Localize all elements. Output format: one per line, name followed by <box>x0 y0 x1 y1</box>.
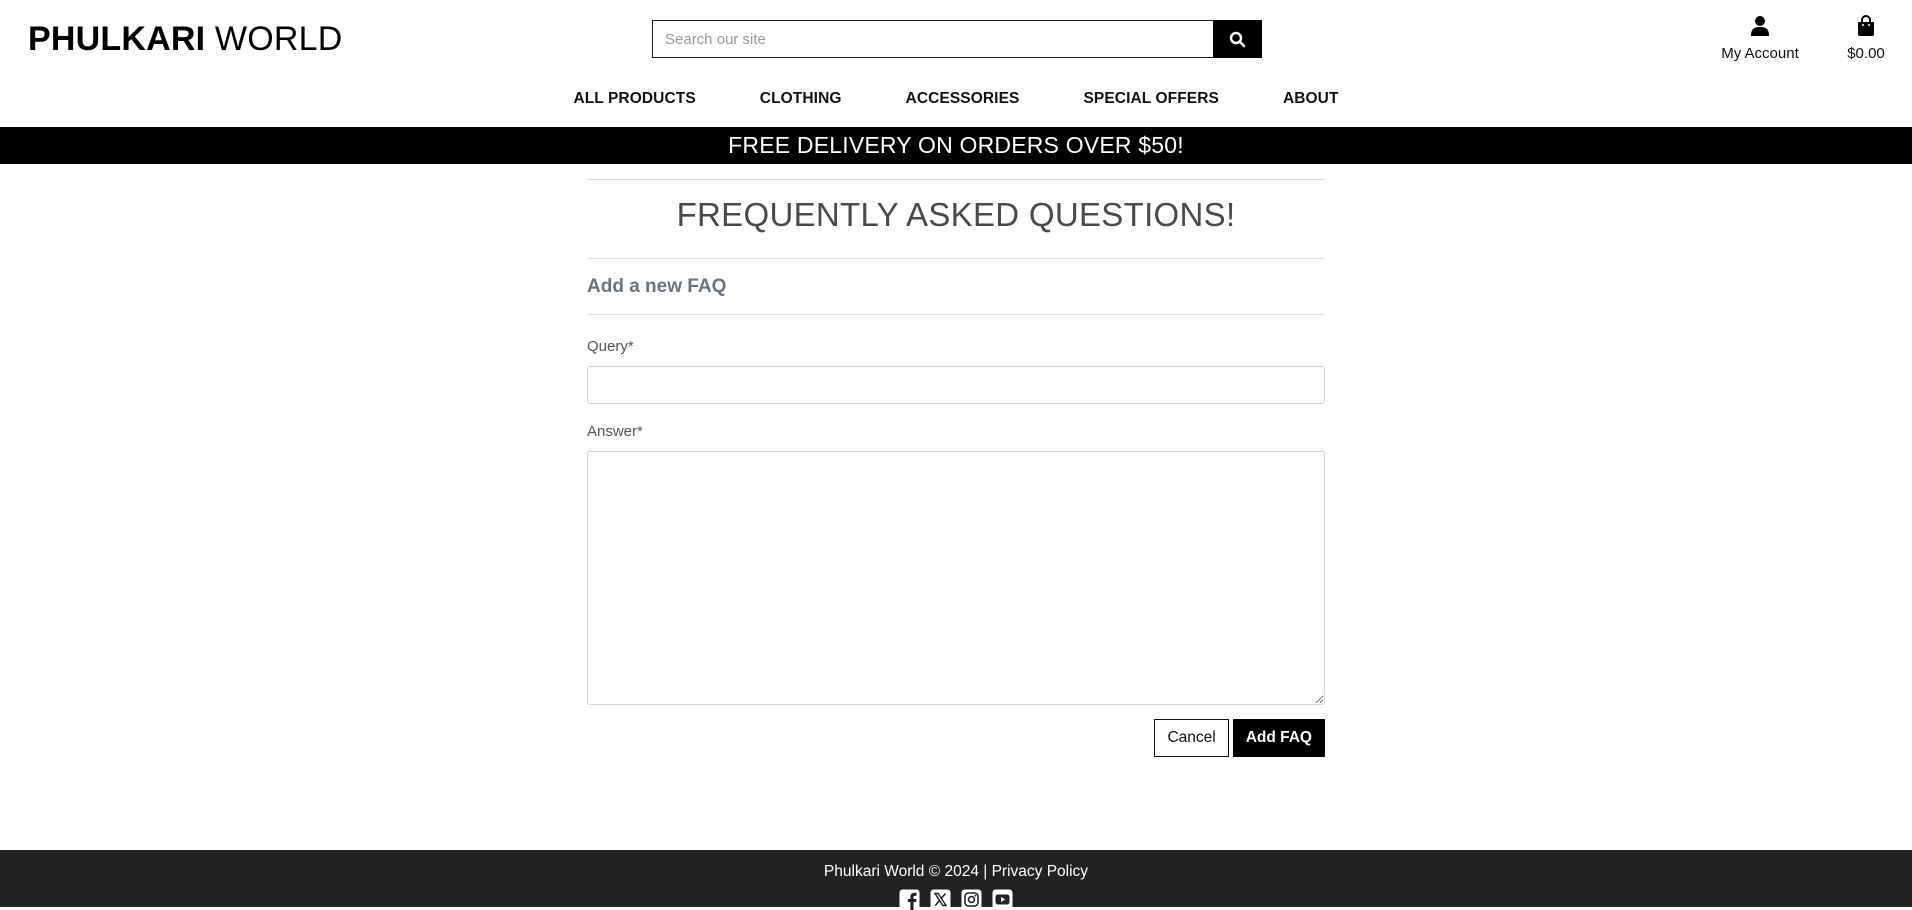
main-nav: ALL PRODUCTS CLOTHING ACCESSORIES SPECIA… <box>0 87 1912 111</box>
search-button[interactable] <box>1213 20 1262 58</box>
add-faq-form: Query* Answer* Cancel Add FAQ <box>587 315 1325 757</box>
cancel-button[interactable]: Cancel <box>1154 719 1229 757</box>
nav-item-about[interactable]: ABOUT <box>1251 87 1371 111</box>
my-account-label: My Account <box>1721 45 1799 62</box>
answer-field-group: Answer* <box>587 422 1325 705</box>
site-footer: Phulkari World © 2024 | Privacy Policy <box>0 850 1912 910</box>
user-icon <box>1750 14 1770 38</box>
privacy-policy-link[interactable]: Privacy Policy <box>992 863 1088 880</box>
nav-item-clothing[interactable]: CLOTHING <box>728 87 874 111</box>
query-input[interactable] <box>587 366 1325 404</box>
nav-item-accessories[interactable]: ACCESSORIES <box>874 87 1052 111</box>
query-field-group: Query* <box>587 337 1325 404</box>
nav-item-special-offers[interactable]: SPECIAL OFFERS <box>1051 87 1250 111</box>
shopping-bag-icon <box>1856 14 1876 38</box>
logo-bold-text: PHULKARI <box>28 20 206 58</box>
shopping-bag-link[interactable]: $0.00 <box>1840 14 1892 64</box>
main-content: FREQUENTLY ASKED QUESTIONS! Add a new FA… <box>587 164 1325 757</box>
answer-textarea[interactable] <box>587 451 1325 705</box>
bag-total: $0.00 <box>1847 45 1885 62</box>
search-icon <box>1229 31 1246 48</box>
form-subtitle: Add a new FAQ <box>587 276 727 297</box>
nav-item-all-products[interactable]: ALL PRODUCTS <box>541 87 727 111</box>
site-header: PHULKARI WORLD My Account <box>0 0 1912 127</box>
footer-text: Phulkari World © 2024 | Privacy Policy <box>0 850 1912 882</box>
search-input[interactable] <box>652 20 1213 58</box>
search-form <box>652 20 1262 58</box>
page-title: FREQUENTLY ASKED QUESTIONS! <box>676 196 1236 233</box>
site-logo[interactable]: PHULKARI WORLD <box>28 16 342 62</box>
logo-light-text: WORLD <box>214 20 343 58</box>
answer-label: Answer* <box>587 423 643 440</box>
query-label: Query* <box>587 338 634 355</box>
add-faq-button[interactable]: Add FAQ <box>1232 719 1325 757</box>
form-actions: Cancel Add FAQ <box>587 719 1325 757</box>
my-account-link[interactable]: My Account <box>1716 14 1804 64</box>
delivery-banner: FREE DELIVERY ON ORDERS OVER $50! <box>0 127 1912 164</box>
copyright-text: Phulkari World © 2024 | <box>823 863 988 880</box>
